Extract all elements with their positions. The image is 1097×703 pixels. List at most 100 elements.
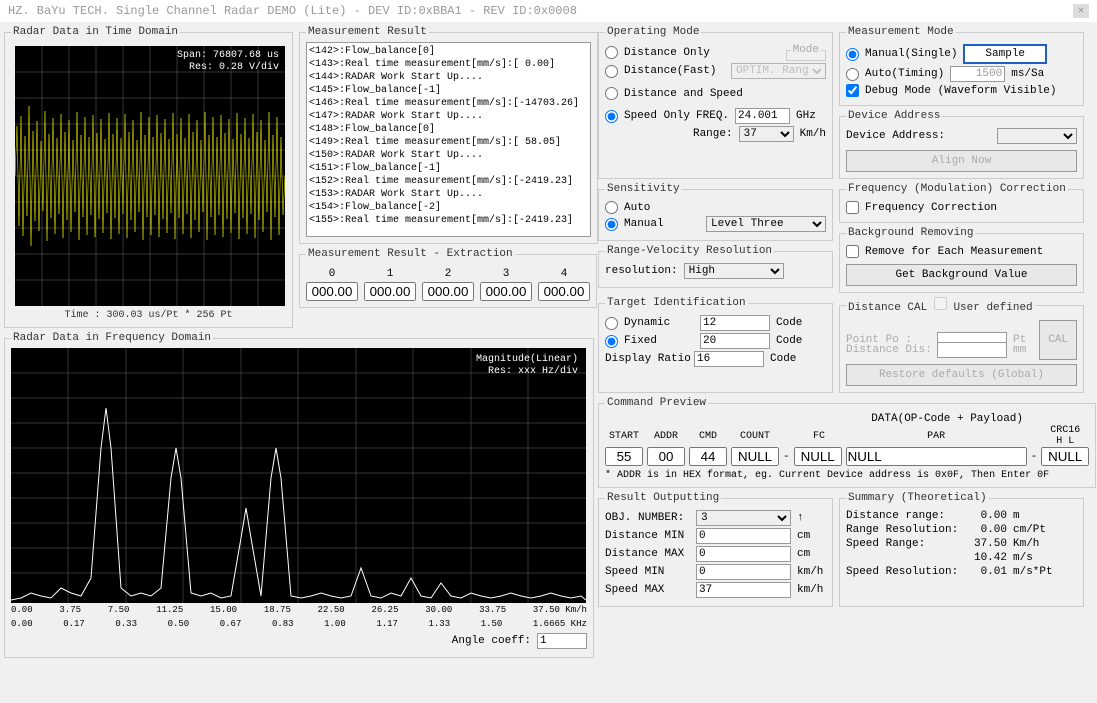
measurement-log[interactable]: <142>:Flow_balance[0]<143>:Real time mea… [306,42,591,237]
smin-input[interactable] [696,564,791,580]
rv-res-title: Range-Velocity Resolution [605,245,774,257]
dynamic-input[interactable] [700,315,770,331]
code-label-2: Code [776,335,802,347]
dist-only-radio[interactable] [605,46,618,59]
sample-button[interactable]: Sample [963,44,1047,64]
smax-input[interactable] [696,582,791,598]
dev-addr-label: Device Address: [846,130,945,142]
dmin-label: Distance MIN [605,530,690,542]
dist-speed-label: Distance and Speed [624,88,743,100]
cmd-count[interactable] [731,447,779,466]
auto-timing-radio[interactable] [846,68,859,81]
freq-mag-label: Magnitude(Linear) [476,354,578,365]
window-title: HZ. BaYu TECH. Single Channel Radar DEMO… [8,4,577,18]
close-button[interactable]: × [1073,4,1089,18]
freq-corr-label: Frequency Correction [865,202,997,214]
smax-label: Speed MAX [605,584,690,596]
debug-label: Debug Mode (Waveform Visible) [865,85,1056,97]
up-arrow-icon[interactable]: ↑ [797,512,804,524]
cmd-fc[interactable] [794,447,842,466]
restore-button: Restore defaults (Global) [846,364,1077,386]
ext-hdr-4: 4 [561,268,568,280]
angle-coeff-input[interactable] [537,633,587,649]
time-span-label: Span: 76807.68 us [177,50,279,61]
range-select[interactable]: 37 [739,126,794,142]
dist-fast-label: Distance(Fast) [624,65,716,77]
align-button: Align Now [846,150,1077,172]
sens-auto-radio[interactable] [605,201,618,214]
ext-val-1[interactable] [364,282,416,301]
dash-2: - [1031,451,1038,463]
freq-label: FREQ. [696,110,729,122]
dev-addr-title: Device Address [846,110,942,122]
srange-label: Speed Range: [846,538,961,550]
ext-hdr-2: 2 [445,268,452,280]
m-unit: m [1013,510,1020,522]
freq-input[interactable] [735,108,790,124]
rres-label: Range Resolution: [846,524,961,536]
ext-val-4[interactable] [538,282,590,301]
time-res-label: Res: 0.28 V/div [189,62,279,73]
h-cmd: CMD [689,431,727,442]
ext-hdr-3: 3 [503,268,510,280]
freq-corr-checkbox[interactable] [846,201,859,214]
fixed-radio[interactable] [605,335,618,348]
dev-addr-select[interactable] [997,128,1077,144]
dmin-input[interactable] [696,528,791,544]
ext-val-3[interactable] [480,282,532,301]
manual-radio[interactable] [846,48,859,61]
target-id-title: Target Identification [605,297,748,309]
cmd-addr[interactable] [647,447,685,466]
cmd-par[interactable] [846,447,1027,466]
cmd-start[interactable] [605,447,643,466]
ext-val-0[interactable] [306,282,358,301]
sens-level-select[interactable]: Level Three [706,216,826,232]
dist-fast-radio[interactable] [605,65,618,78]
h-crc: CRC16H L [1041,425,1089,447]
timing-unit: ms/Sa [1011,68,1044,80]
ratio-label: Display Ratio [605,353,688,365]
dmax-input[interactable] [696,546,791,562]
code-label-1: Code [776,317,802,329]
bg-rem-title: Background Removing [846,227,975,239]
sens-manual-label: Manual [624,218,664,230]
dynamic-radio[interactable] [605,317,618,330]
time-domain-plot: Span: 76807.68 us Res: 0.28 V/div [15,46,285,306]
fixed-input[interactable] [700,333,770,349]
sres-label: Speed Resolution: [846,566,961,578]
freq-corr-title: Frequency (Modulation) Correction [846,183,1068,195]
time-footer: Time : 300.03 us/Pt * 256 Pt [11,310,286,321]
timing-input [950,66,1005,82]
ms-unit: m/s [1013,552,1033,564]
ratio-input[interactable] [694,351,764,367]
h-addr: ADDR [647,431,685,442]
obj-num-select[interactable]: 3 [696,510,791,526]
debug-checkbox[interactable] [846,84,859,97]
cmd-cmd[interactable] [689,447,727,466]
ms-val: 10.42 [967,552,1007,564]
ext-hdr-1: 1 [387,268,394,280]
auto-timing-label: Auto(Timing) [865,68,944,80]
meas-mode-title: Measurement Mode [846,26,956,38]
cm-2: cm [797,548,810,560]
sens-manual-radio[interactable] [605,218,618,231]
bg-rem-checkbox[interactable] [846,245,859,258]
speed-only-radio[interactable] [605,110,618,123]
resolution-select[interactable]: High [684,263,784,279]
srange-val: 37.50 [967,538,1007,550]
speed-only-label: Speed Only [624,110,690,122]
manual-label: Manual(Single) [865,48,957,60]
get-bg-button[interactable]: Get Background Value [846,264,1077,286]
kmh-1: km/h [797,566,823,578]
freq-plot-title: Radar Data in Frequency Domain [11,332,213,344]
drange-val: 0.00 [967,510,1007,522]
mm-unit: mm [1013,344,1026,356]
h-start: START [605,431,643,442]
cmpt-unit: cm/Pt [1013,524,1046,536]
extraction-title: Measurement Result - Extraction [306,248,515,260]
angle-coeff-label: Angle coeff: [452,635,531,647]
cmd-crc[interactable] [1041,447,1089,466]
dist-speed-radio[interactable] [605,87,618,100]
ext-val-2[interactable] [422,282,474,301]
mode-select: OPTIM. Range [731,63,826,79]
